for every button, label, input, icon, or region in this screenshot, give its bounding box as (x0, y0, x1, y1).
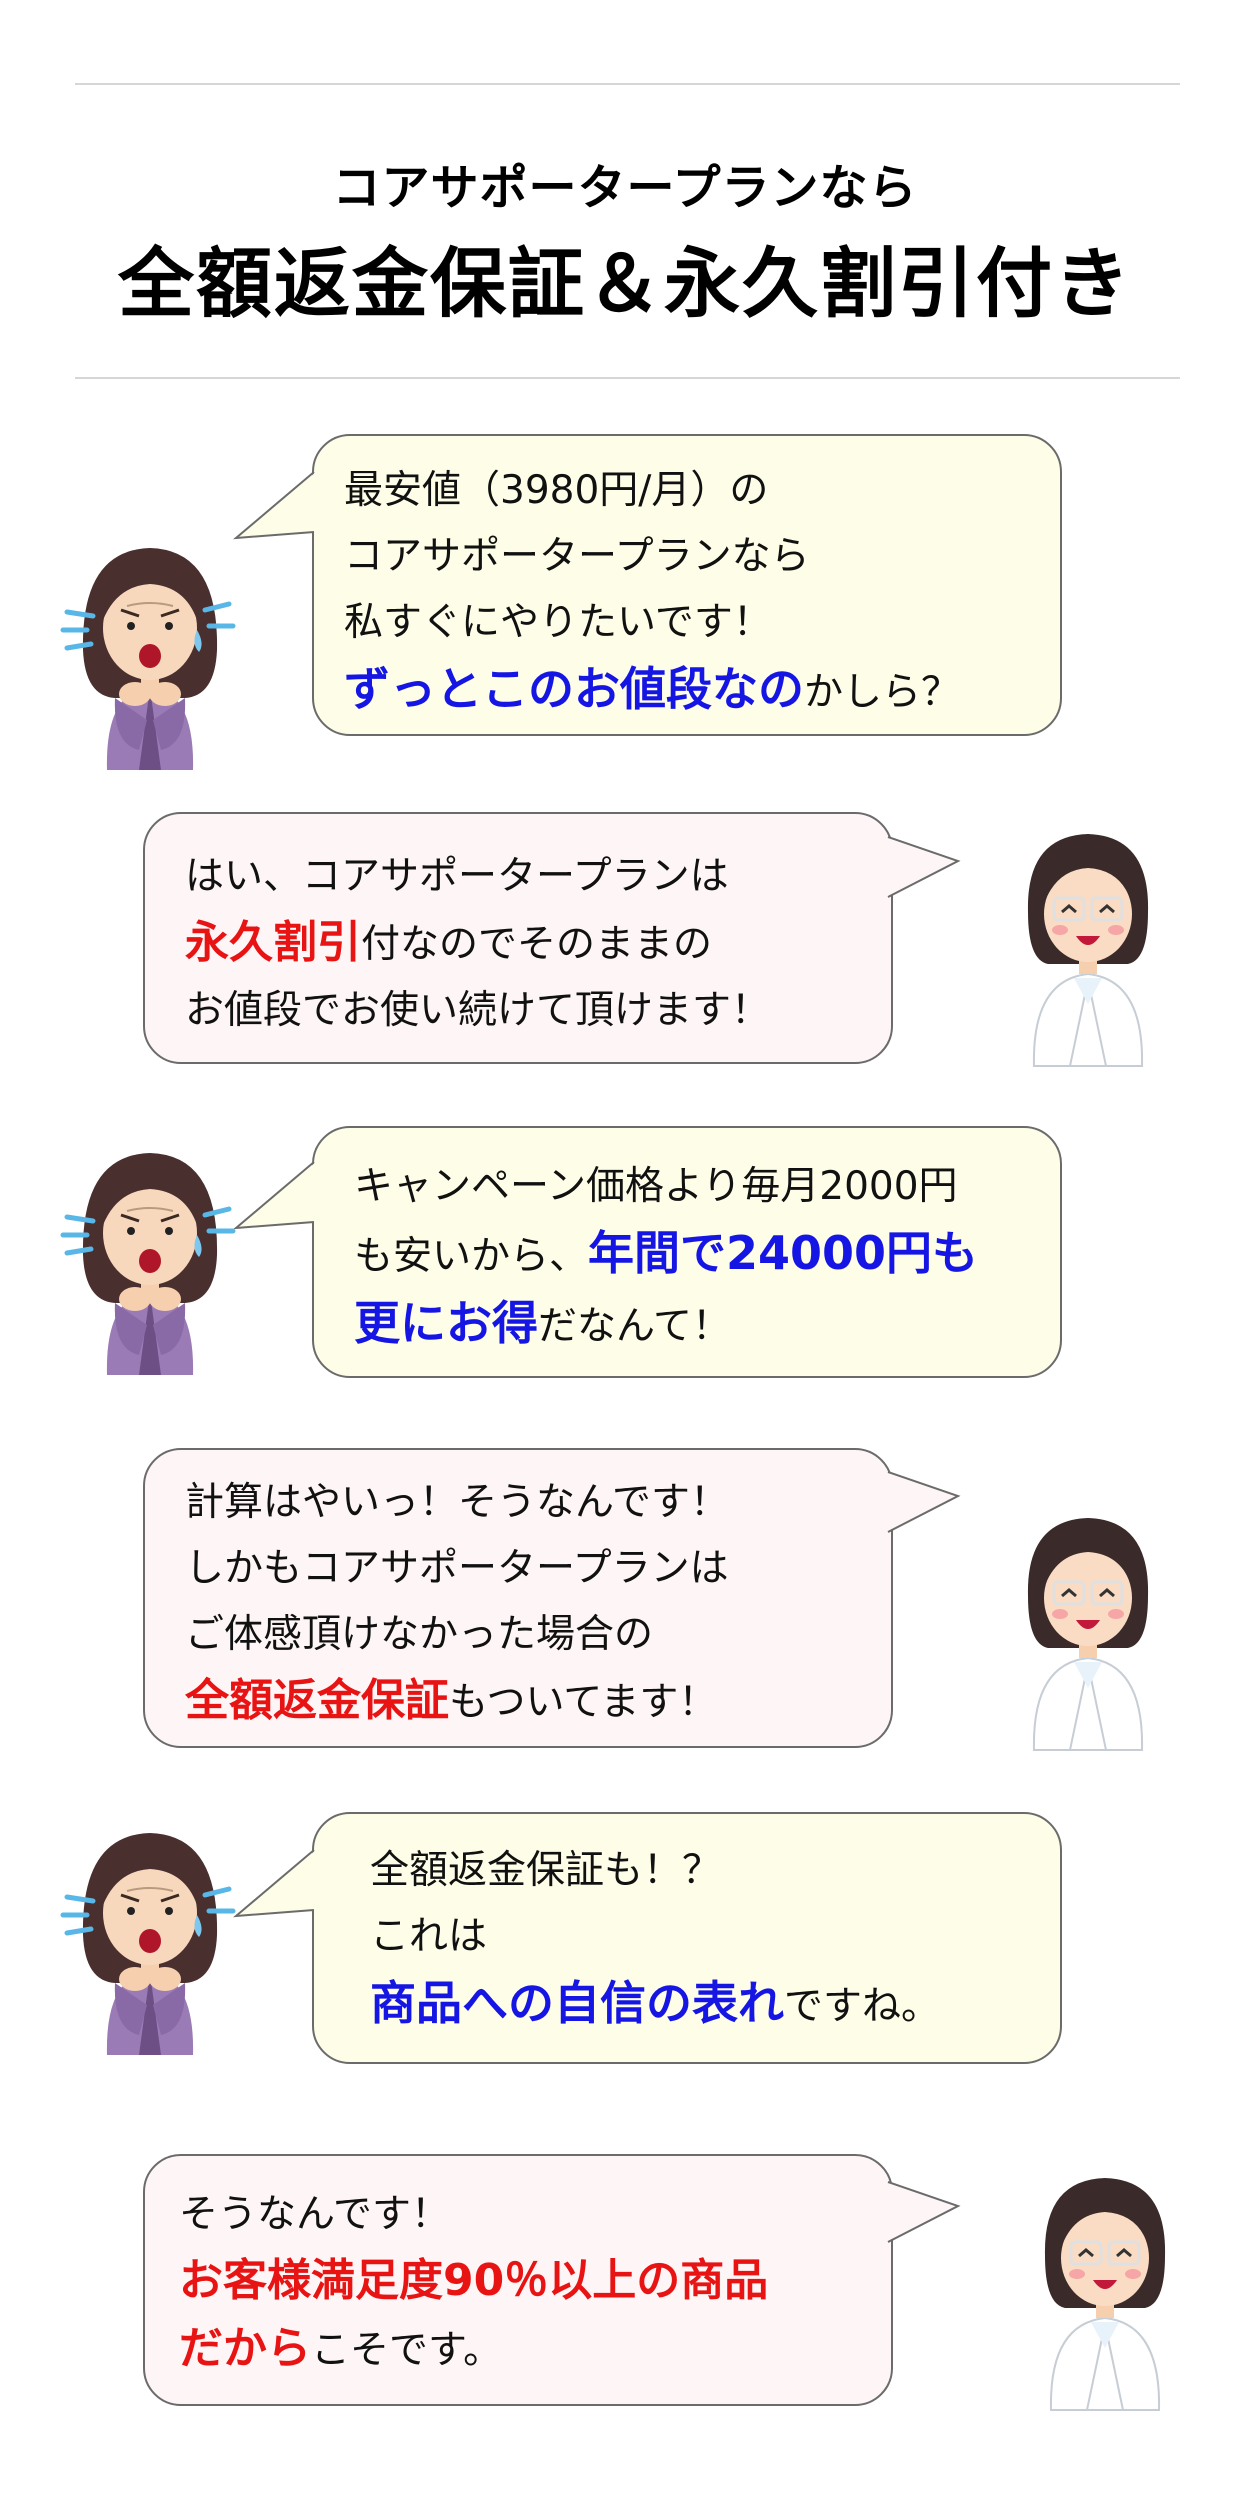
bubble-tail (232, 1161, 316, 1230)
worried-woman-icon (55, 1805, 245, 2084)
line-text: かしら？ (804, 670, 961, 715)
emphasis-text: 永久割引 (185, 917, 361, 968)
line-text: こそです。 (311, 2328, 503, 2373)
line-text: そうなんです！ (179, 2192, 451, 2237)
bubble-tail (886, 2181, 961, 2243)
speech-bubble-staff-3: そうなんです！ お客様満足度90％以上の商品 だからこそです。 (143, 2154, 893, 2406)
line-text: ご体感頂けなかった場合の (185, 1612, 654, 1657)
bubble-line: 計算はやいっ！そうなんです！ (185, 1470, 861, 1536)
bubble-line: はい、コアサポータープランは (185, 844, 861, 910)
bubble-tail (232, 471, 316, 540)
bubble-line: 永久割引付なのでそのままの (185, 910, 861, 978)
page-subtitle: コアサポータープランなら (332, 160, 918, 216)
emphasis-text: ずっとこのお値段なの (344, 662, 804, 716)
line-text: これは (370, 1914, 488, 1959)
bubble-line: ずっとこのお値段なのかしら？ (344, 656, 1030, 726)
bubble-line: 更にお得だなんて！ (354, 1290, 1030, 1360)
bubble-line: だからこそです。 (179, 2316, 861, 2384)
speech-bubble-staff-2: 計算はやいっ！そうなんです！ しかもコアサポータープランは ご体感頂けなかった場… (143, 1448, 893, 1748)
top-divider (75, 83, 1180, 85)
bubble-tail (886, 836, 961, 898)
speech-bubble-customer-2: キャンペーン価格より毎月2000円 も安いから、年間で24000円も 更にお得だ… (312, 1126, 1062, 1378)
line-text: 全額返金保証も！？ (370, 1848, 722, 1893)
line-text: 私すぐにやりたいです！ (344, 600, 772, 645)
bubble-line: も安いから、年間で24000円も (354, 1220, 1030, 1290)
worried-woman-icon (55, 1125, 245, 1404)
line-text: も安いから、 (354, 1234, 589, 1279)
bubble-line: キャンペーン価格より毎月2000円 (354, 1154, 1030, 1220)
line-text: 計算はやいっ！そうなんです！ (185, 1480, 730, 1525)
smiling-staff-icon (1008, 808, 1168, 1074)
bubble-line: お客様満足度90％以上の商品 (179, 2248, 861, 2316)
smiling-staff-icon (1008, 1492, 1168, 1758)
bottom-divider (75, 377, 1180, 379)
bubble-line: しかもコアサポータープランは (185, 1536, 861, 1602)
bubble-line: 全額返金保証も！？ (370, 1838, 1030, 1904)
line-text: はい、コアサポータープランは (185, 854, 729, 899)
bubble-line: ご体感頂けなかった場合の (185, 1602, 861, 1668)
bubble-line: コアサポータープランなら (344, 524, 1030, 590)
bubble-line: 商品への自信の表れですね。 (370, 1970, 1030, 2040)
bubble-line: これは (370, 1904, 1030, 1970)
page-title: 全額返金保証＆永久割引付き (118, 239, 1132, 328)
line-text: しかもコアサポータープランは (185, 1546, 729, 1591)
bubble-line: 全額返金保証もついてます！ (185, 1668, 861, 1736)
emphasis-text: 年間で24000円も (588, 1226, 979, 1280)
speech-bubble-customer-3: 全額返金保証も！？ これは 商品への自信の表れですね。 (312, 1812, 1062, 2064)
smiling-staff-icon (1025, 2152, 1185, 2418)
bubble-tail (232, 1849, 316, 1918)
emphasis-text: 全額返金保証 (185, 1675, 449, 1726)
bubble-line: お値段でお使い続けて頂けます！ (185, 978, 861, 1044)
emphasis-text: だから (179, 2323, 311, 2374)
emphasis-text: 商品への自信の表れ (370, 1976, 784, 2030)
emphasis-text: 更にお得 (354, 1296, 538, 1350)
speech-bubble-customer-1: 最安値（3980円/月）の コアサポータープランなら 私すぐにやりたいです！ ず… (312, 434, 1062, 736)
bubble-line: 最安値（3980円/月）の (344, 458, 1030, 524)
line-text: ですね。 (784, 1984, 941, 2029)
bubble-tail (886, 1471, 961, 1533)
line-text: コアサポータープランなら (344, 534, 810, 579)
bubble-line: 私すぐにやりたいです！ (344, 590, 1030, 656)
speech-bubble-staff-1: はい、コアサポータープランは 永久割引付なのでそのままの お値段でお使い続けて頂… (143, 812, 893, 1064)
line-text: キャンペーン価格より毎月2000円 (354, 1164, 958, 1209)
line-text: もついてます！ (449, 1680, 718, 1725)
bubble-line: そうなんです！ (179, 2182, 861, 2248)
line-text: お値段でお使い続けて頂けます！ (185, 988, 771, 1033)
line-text: 最安値（3980円/月）の (344, 468, 769, 513)
line-text: だなんて！ (538, 1304, 732, 1349)
worried-woman-icon (55, 520, 245, 799)
line-text: 付なのでそのままの (361, 922, 713, 967)
emphasis-text: お客様満足度90％以上の商品 (179, 2255, 769, 2306)
